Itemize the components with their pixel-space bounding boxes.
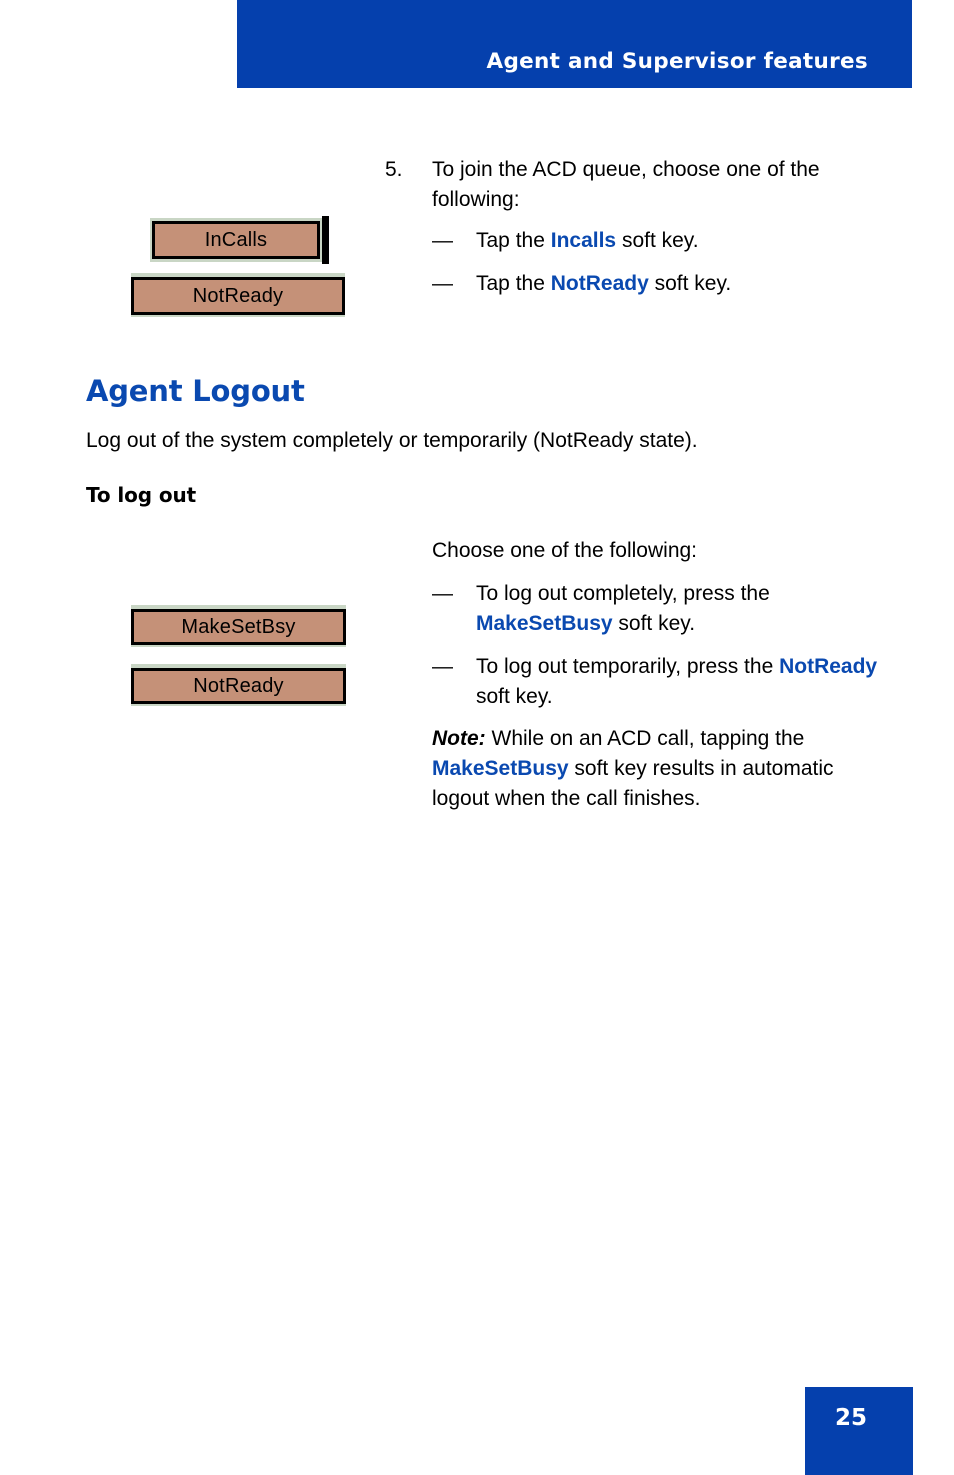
note-prefix: While on an ACD call, tapping the: [485, 727, 805, 750]
softkey-label-makesetbsy: MakeSetBsy: [131, 609, 346, 645]
logout-bullet-1: To log out completely, press the MakeSet…: [476, 579, 896, 639]
section-intro-text: Log out of the system completely or temp…: [86, 429, 698, 452]
step-5-bullet-1-suffix: soft key.: [616, 229, 699, 252]
softkey-ref-notready-2: NotReady: [779, 655, 878, 678]
page-number: 25: [835, 1405, 868, 1431]
logout-bullet-1-suffix: soft key.: [612, 612, 696, 635]
softkey-ref-makesetbusy: MakeSetBusy: [476, 612, 613, 635]
step-5-bullet-2-suffix: soft key.: [648, 272, 732, 295]
softkey-label-incalls: InCalls: [152, 221, 320, 259]
softkey-edge-bar-icon: [322, 216, 329, 264]
step-5-bullet-1: Tap the Incalls soft key.: [476, 226, 896, 256]
logout-bullet-2-dash: —: [432, 655, 453, 678]
softkey-graphic-notready-top: NotReady: [131, 273, 345, 317]
softkey-label-notready-bottom: NotReady: [131, 668, 346, 704]
logout-bullet-1-dash: —: [432, 582, 453, 605]
logout-bullet-1-prefix: To log out completely, press the: [476, 582, 770, 605]
softkey-graphic-makesetbsy: MakeSetBsy: [131, 605, 346, 647]
logout-bullet-2-suffix: soft key.: [476, 685, 553, 708]
subheading-to-log-out: To log out: [86, 483, 197, 507]
page-header-banner: Agent and Supervisor features: [237, 0, 912, 88]
step-5-bullet-2-prefix: Tap the: [476, 272, 551, 295]
softkey-label-notready-top: NotReady: [131, 277, 345, 315]
logout-note: Note: While on an ACD call, tapping the …: [432, 724, 867, 814]
step-5-number: 5.: [385, 158, 403, 181]
page-header-title: Agent and Supervisor features: [486, 49, 868, 74]
softkey-ref-incalls: Incalls: [550, 229, 617, 252]
step-5-text: To join the ACD queue, choose one of the…: [432, 158, 820, 211]
note-label: Note:: [432, 727, 486, 750]
section-heading-agent-logout: Agent Logout: [86, 374, 305, 408]
logout-lead-text: Choose one of the following:: [432, 539, 698, 562]
page-number-block: 25: [805, 1387, 913, 1475]
softkey-ref-notready: NotReady: [550, 272, 649, 295]
softkey-graphic-incalls: InCalls: [150, 216, 329, 264]
step-5-bullet-2: Tap the NotReady soft key.: [476, 269, 896, 299]
logout-bullet-2: To log out temporarily, press the NotRea…: [476, 652, 896, 712]
softkey-ref-makesetbusy-note: MakeSetBusy: [432, 757, 569, 780]
step-5-bullet-1-prefix: Tap the: [476, 229, 551, 252]
logout-bullet-2-prefix: To log out temporarily, press the: [476, 655, 780, 678]
step-5-bullet-1-dash: —: [432, 229, 453, 252]
step-5-bullet-2-dash: —: [432, 272, 453, 295]
softkey-graphic-notready-bottom: NotReady: [131, 664, 346, 706]
